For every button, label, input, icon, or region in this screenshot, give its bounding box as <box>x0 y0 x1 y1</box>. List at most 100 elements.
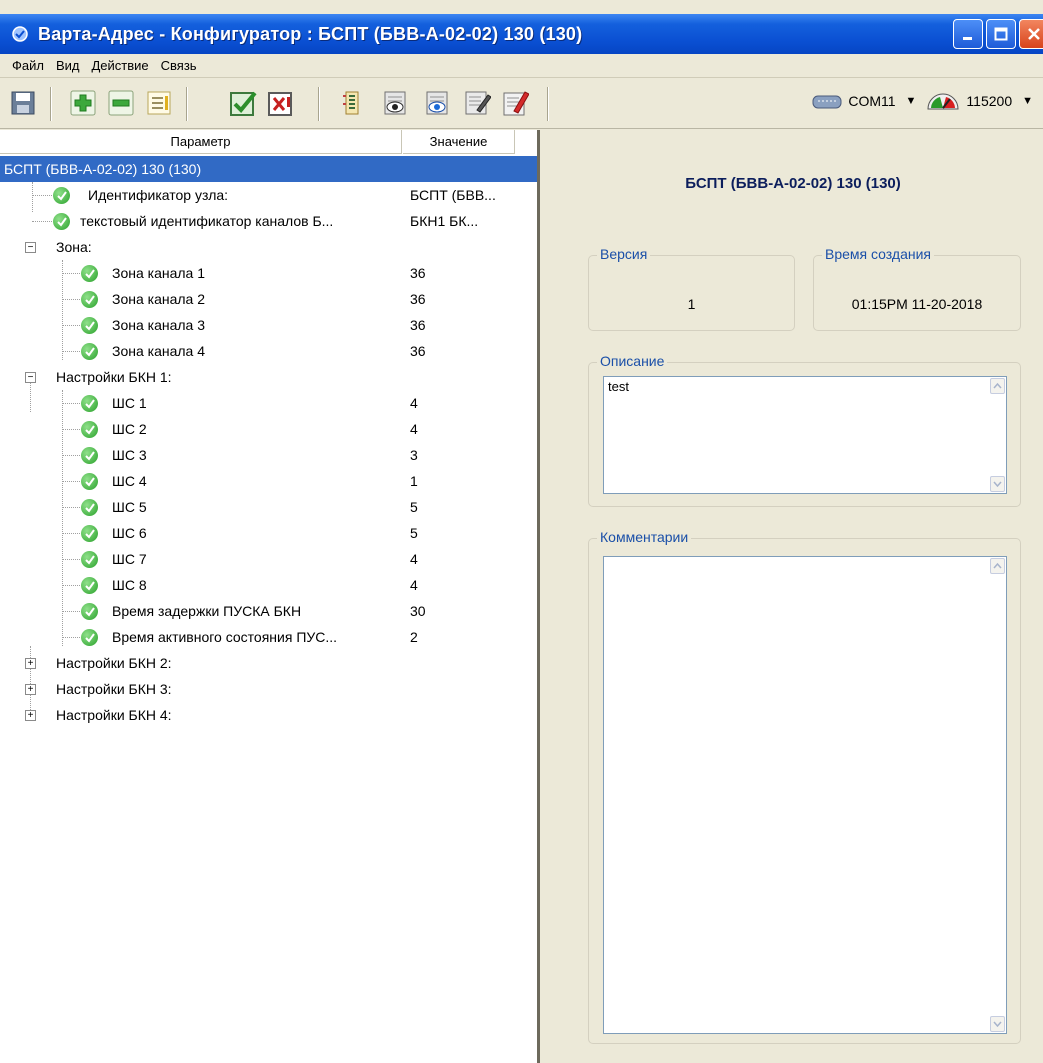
check-icon <box>81 342 98 360</box>
scroll-up-icon[interactable] <box>990 378 1005 394</box>
tree-node-label: ШС 8 <box>112 577 147 593</box>
menu-action[interactable]: Действие <box>86 56 155 75</box>
created-label: Время создания <box>822 246 934 262</box>
save-button[interactable] <box>8 88 38 118</box>
tree-button[interactable] <box>338 88 368 118</box>
tree-node-shs-2[interactable]: ШС 2 4 <box>0 416 537 442</box>
tree-node-value: БСПТ (БВВ... <box>410 187 496 203</box>
menu-file[interactable]: Файл <box>6 56 50 75</box>
edit-button[interactable] <box>500 88 530 118</box>
created-group: Время создания 01:15PM 11-20-2018 <box>813 246 1021 331</box>
menu-view[interactable]: Вид <box>50 56 86 75</box>
com-port-dropdown-icon[interactable]: ▼ <box>906 95 917 107</box>
apply-button[interactable] <box>228 88 258 118</box>
tree-node-label: Настройки БКН 2: <box>56 655 172 671</box>
remove-icon <box>108 90 134 116</box>
scroll-down-icon[interactable] <box>990 1016 1005 1032</box>
scroll-up-icon[interactable] <box>990 558 1005 574</box>
description-text: test <box>608 379 629 394</box>
tree-node-zone[interactable]: − Зона: <box>0 234 537 260</box>
check-icon <box>81 316 98 334</box>
expand-icon[interactable]: + <box>25 657 36 669</box>
tree-node-shs-4[interactable]: ШС 4 1 <box>0 468 537 494</box>
version-value: 1 <box>687 296 696 312</box>
tree-node-start-delay[interactable]: Время задержки ПУСКА БКН 30 <box>0 598 537 624</box>
version-group: Версия 1 <box>588 246 795 331</box>
tree-node-label: Зона канала 3 <box>112 317 206 333</box>
baud-rate-select[interactable]: 115200 <box>966 93 1012 109</box>
menu-connection[interactable]: Связь <box>155 56 203 75</box>
check-icon <box>53 212 70 230</box>
tree-node-shs-7[interactable]: ШС 7 4 <box>0 546 537 572</box>
cancel-button[interactable] <box>266 88 296 118</box>
tree-node-shs-1[interactable]: ШС 1 4 <box>0 390 537 416</box>
tree-node-shs-3[interactable]: ШС 3 3 <box>0 442 537 468</box>
check-icon <box>81 576 98 594</box>
tree-node-label: Идентификатор узла: <box>88 187 229 203</box>
tree-node-value: 36 <box>410 291 426 307</box>
tree-node-label: Настройки БКН 4: <box>56 707 172 723</box>
description-scrollbar[interactable] <box>989 377 1006 493</box>
comments-scrollbar[interactable] <box>989 557 1006 1033</box>
scroll-down-icon[interactable] <box>990 476 1005 492</box>
tree-node-value: 4 <box>410 421 418 437</box>
tree-node-zone-2[interactable]: Зона канала 2 36 <box>0 286 537 312</box>
list-icon <box>147 91 171 115</box>
tree-node-value: 2 <box>410 629 418 645</box>
window-title: Варта-Адрес - Конфигуратор : БСПТ (БВВ-А… <box>38 23 583 44</box>
tree-node-zone-3[interactable]: Зона канала 3 36 <box>0 312 537 338</box>
tree-node-value: 4 <box>410 577 418 593</box>
read-icon <box>384 91 406 115</box>
com-port-select[interactable]: COM11 <box>848 93 895 109</box>
tree-node-shs-6[interactable]: ШС 6 5 <box>0 520 537 546</box>
tree-node-value: 5 <box>410 499 418 515</box>
description-group: Описание test <box>588 353 1021 507</box>
close-button[interactable] <box>1019 19 1043 49</box>
tree-node-bkn1[interactable]: − Настройки БКН 1: <box>0 364 537 390</box>
view-button[interactable] <box>422 88 452 118</box>
toolbar: COM11 ▼ 115200 ▼ <box>0 79 1043 129</box>
tree-icon <box>343 91 359 115</box>
comments-label: Комментарии <box>597 529 692 545</box>
column-header-parameter[interactable]: Параметр <box>0 130 402 154</box>
node-title: БСПТ (БВВ-А-02-02) 130 (130) <box>685 175 901 192</box>
column-header-value[interactable]: Значение <box>403 130 515 154</box>
view-icon <box>426 91 448 115</box>
check-icon <box>81 472 98 490</box>
tree-node-shs-5[interactable]: ШС 5 5 <box>0 494 537 520</box>
tree-node-zone-1[interactable]: Зона канала 1 36 <box>0 260 537 286</box>
check-icon <box>81 394 98 412</box>
baud-rate-dropdown-icon[interactable]: ▼ <box>1022 95 1033 107</box>
tree-node-bkn2[interactable]: + Настройки БКН 2: <box>0 650 537 676</box>
tree-node-root[interactable]: БСПТ (БВВ-А-02-02) 130 (130) <box>0 156 537 182</box>
tree-node-value: 36 <box>410 265 426 281</box>
comments-textarea[interactable] <box>603 556 1007 1034</box>
tree-node-label: Зона канала 2 <box>112 291 206 307</box>
collapse-icon[interactable]: − <box>25 371 36 383</box>
check-icon <box>81 550 98 568</box>
minimize-button[interactable] <box>953 19 983 49</box>
menu-bar: Файл Вид Действие Связь <box>0 54 1043 78</box>
description-textarea[interactable]: test <box>603 376 1007 494</box>
tree-node-bkn4[interactable]: + Настройки БКН 4: <box>0 702 537 728</box>
tree-node-zone-4[interactable]: Зона канала 4 36 <box>0 338 537 364</box>
check-icon <box>81 498 98 516</box>
tree-node-bkn3[interactable]: + Настройки БКН 3: <box>0 676 537 702</box>
tree-node-active-time[interactable]: Время активного состояния ПУС... 2 <box>0 624 537 650</box>
tree-node-text-id[interactable]: текстовый идентификатор каналов Б... БКН… <box>0 208 537 234</box>
remove-button[interactable] <box>106 88 136 118</box>
read-button[interactable] <box>380 88 410 118</box>
add-button[interactable] <box>68 88 98 118</box>
created-value: 01:15PM 11-20-2018 <box>851 296 983 312</box>
write-button[interactable] <box>462 88 492 118</box>
expand-icon[interactable]: + <box>25 683 36 695</box>
properties-button[interactable] <box>144 88 174 118</box>
description-label: Описание <box>597 353 668 369</box>
collapse-icon[interactable]: − <box>25 241 36 253</box>
title-bar[interactable]: Варта-Адрес - Конфигуратор : БСПТ (БВВ-А… <box>0 14 1043 54</box>
tree-node-id[interactable]: Идентификатор узла: БСПТ (БВВ... <box>0 182 537 208</box>
maximize-button[interactable] <box>986 19 1016 49</box>
expand-icon[interactable]: + <box>25 709 36 721</box>
tree-node-shs-8[interactable]: ШС 8 4 <box>0 572 537 598</box>
app-icon <box>10 24 30 44</box>
